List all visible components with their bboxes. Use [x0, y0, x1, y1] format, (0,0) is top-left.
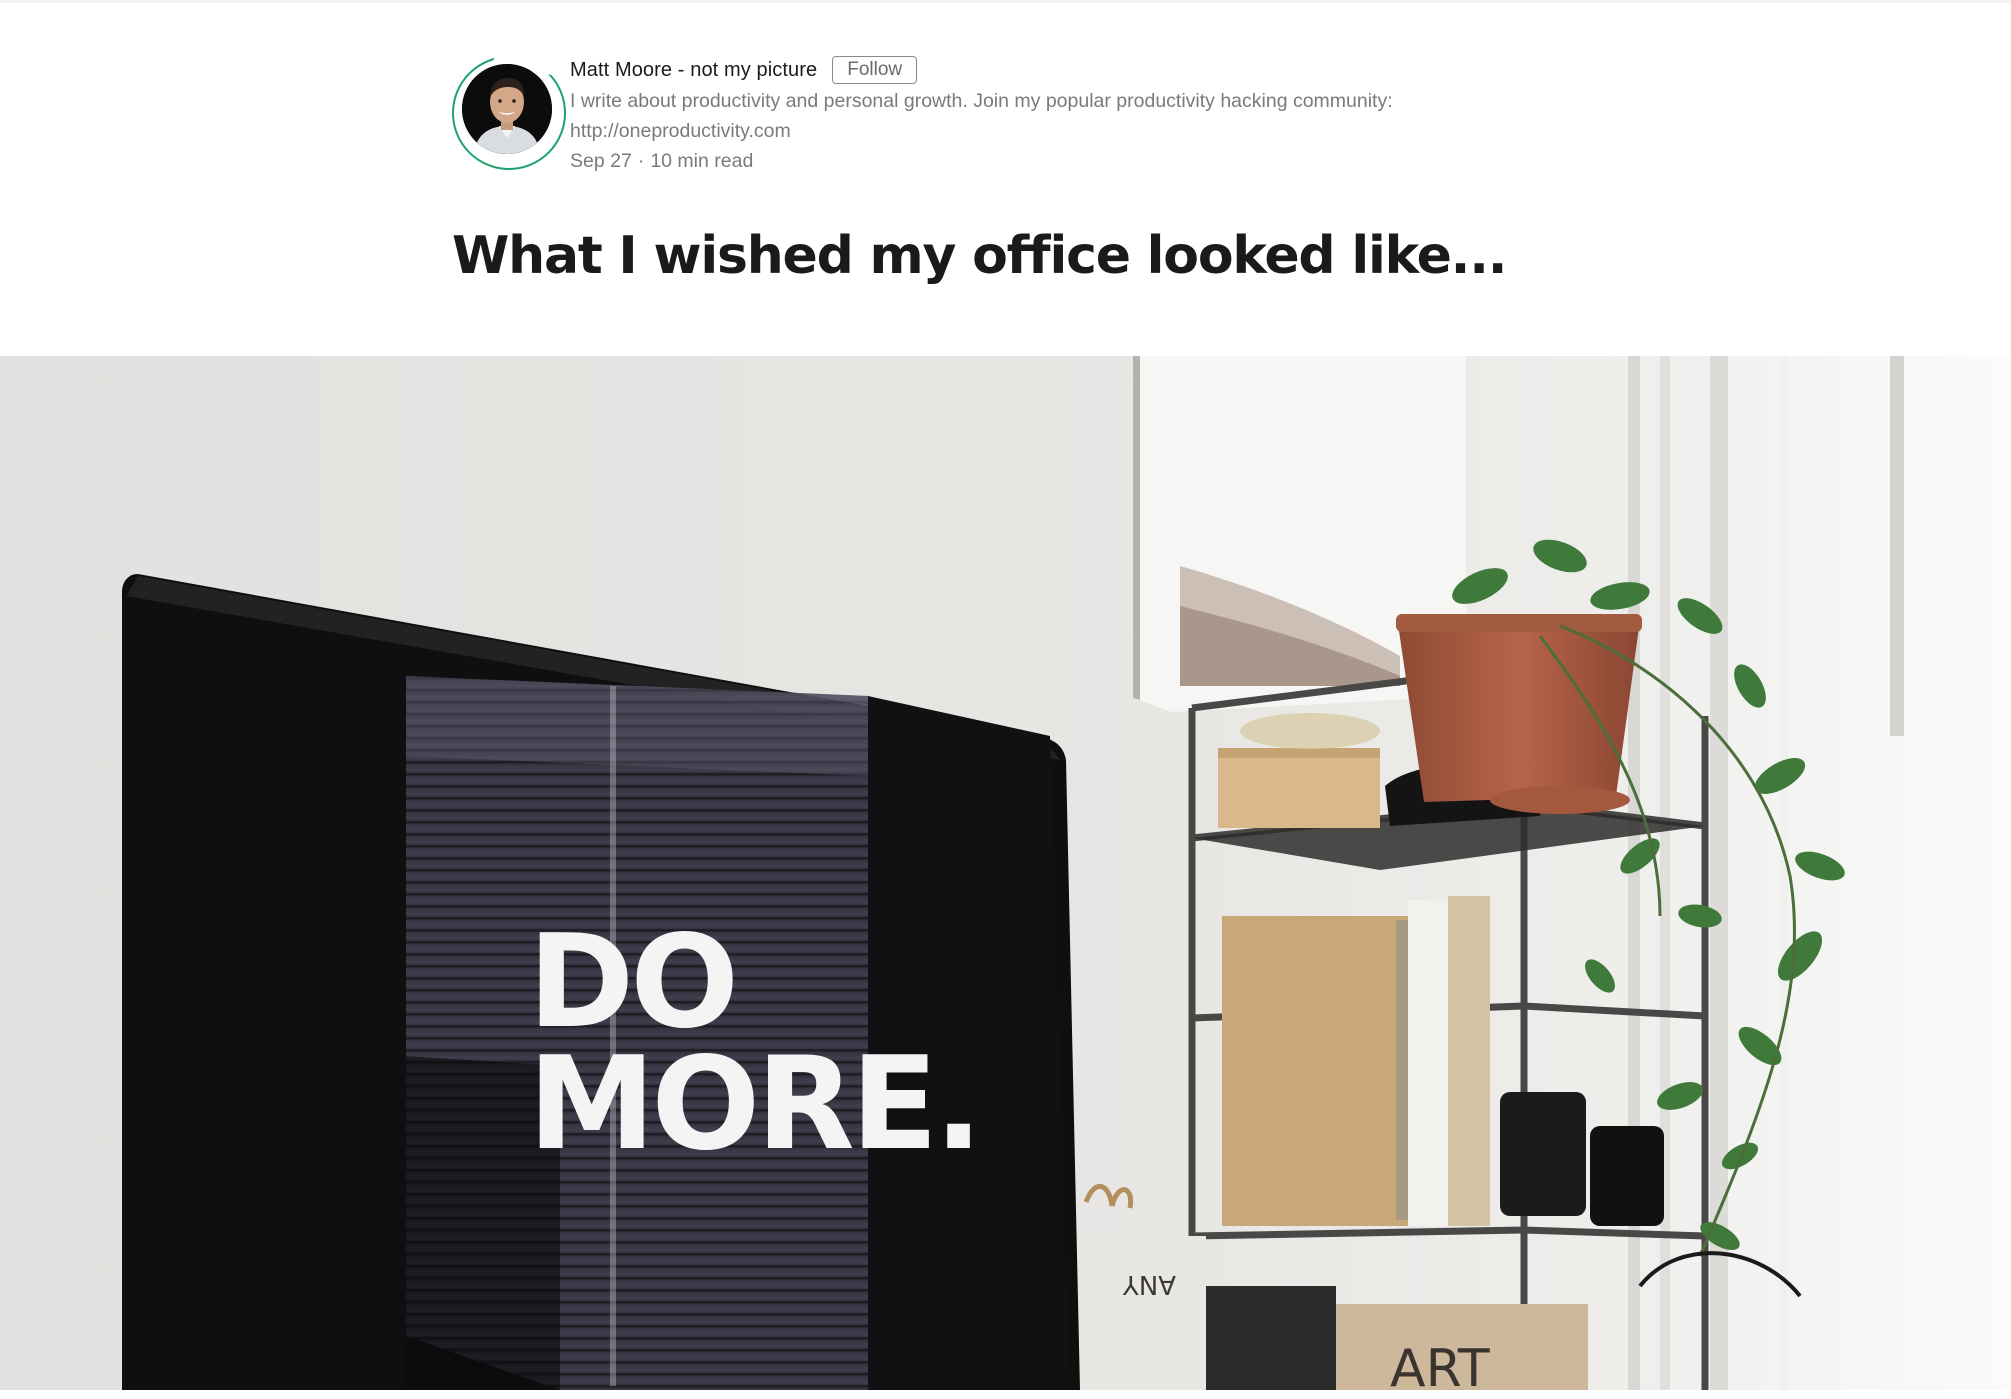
office-photo: ART ANY DO MORE. [0, 356, 2011, 1390]
author-name-link[interactable]: Matt Moore - not my picture [570, 59, 817, 82]
bag-text: ART [1390, 1339, 1490, 1390]
article-title: What I wished my office looked like... [452, 226, 1507, 286]
author-line: Matt Moore - not my picture Follow [570, 54, 1630, 86]
post-date[interactable]: Sep 27 [570, 150, 632, 172]
author-block: Matt Moore - not my picture Follow I wri… [452, 54, 1652, 184]
box-text: ANY [1123, 1269, 1176, 1299]
author-bio-link[interactable]: http://oneproductivity.com [570, 116, 1630, 146]
bottom-divider [0, 1390, 2011, 1399]
meta-separator: · [637, 150, 645, 172]
avatar-image [462, 64, 552, 154]
read-time: 10 min read [650, 150, 754, 172]
author-meta: Matt Moore - not my picture Follow I wri… [570, 54, 1630, 176]
top-divider [0, 0, 2011, 3]
author-bio: I write about productivity and personal … [570, 86, 1630, 146]
author-bio-text: I write about productivity and personal … [570, 90, 1393, 112]
screen-text-more: MORE. [528, 1030, 979, 1179]
follow-button[interactable]: Follow [832, 56, 918, 84]
hero-image[interactable]: ART ANY DO MORE. [0, 356, 2011, 1390]
avatar[interactable] [462, 64, 552, 154]
post-meta: Sep 27 · 10 min read [570, 146, 1630, 176]
